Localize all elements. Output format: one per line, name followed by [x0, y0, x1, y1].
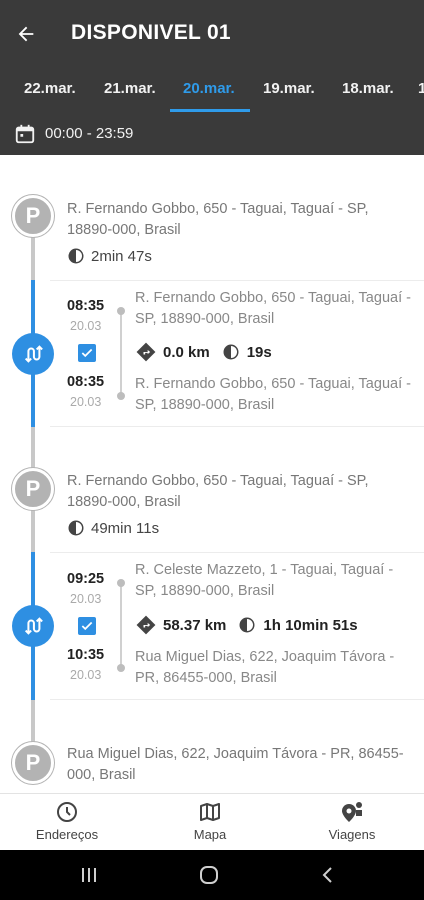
- trip-distance: 0.0 km: [136, 342, 210, 362]
- time-range-label: 00:00 - 23:59: [45, 125, 134, 142]
- parking-marker: P: [12, 195, 54, 237]
- chevron-left-icon: [322, 867, 332, 883]
- title-bar: DISPONIVEL 01: [0, 0, 424, 68]
- recent-apps-button[interactable]: [76, 863, 102, 887]
- bottom-navigation: Endereços Mapa Viagens: [0, 793, 424, 850]
- trip-start-dot: [117, 579, 125, 587]
- tab-18-mar[interactable]: 18.mar.: [342, 80, 394, 97]
- trip-end-dot: [117, 664, 125, 672]
- stop-address: R. Fernando Gobbo, 650 - Taguai, Taguaí …: [67, 473, 369, 510]
- check-icon: [81, 348, 93, 358]
- nav-label: Mapa: [193, 827, 227, 842]
- trip-end-date: 20.03: [70, 395, 102, 409]
- tab-22-mar[interactable]: 22.mar.: [24, 80, 76, 97]
- back-button[interactable]: [12, 20, 40, 48]
- stop-address: Rua Miguel Dias, 622, Joaquim Távora - P…: [67, 746, 404, 783]
- nav-item-enderecos[interactable]: Endereços: [7, 800, 127, 842]
- trip-start-date: 20.03: [70, 592, 102, 606]
- half-clock-icon: [223, 344, 239, 360]
- tab-21-mar[interactable]: 21.mar.: [104, 80, 156, 97]
- active-tab-indicator: [170, 109, 250, 112]
- trip-stats: 0.0 km 19s: [136, 342, 284, 362]
- trip-checkbox[interactable]: [78, 617, 96, 635]
- trip-start-time: 08:35: [67, 298, 105, 314]
- map-icon: [200, 803, 220, 821]
- trip-duration: 19s: [222, 343, 272, 361]
- trip-start-time: 09:25: [67, 571, 105, 587]
- check-icon: [81, 621, 93, 631]
- half-clock-icon: [68, 248, 84, 264]
- arrow-left-icon: [18, 26, 34, 42]
- calendar-icon: [14, 123, 36, 150]
- nav-item-viagens[interactable]: Viagens: [292, 800, 412, 842]
- directions-icon: [136, 342, 156, 362]
- time-range-row[interactable]: 00:00 - 23:59: [0, 118, 424, 150]
- clock-icon: [57, 802, 77, 822]
- trip-duration: 1h 10min 51s: [238, 616, 358, 634]
- parking-marker: P: [12, 742, 54, 784]
- home-button[interactable]: [196, 863, 222, 887]
- trip-end-time: 10:35: [67, 647, 105, 663]
- trip-end-dot: [117, 392, 125, 400]
- trip-start-address: R. Fernando Gobbo, 650 - Taguai, Taguaí …: [135, 290, 411, 327]
- parking-marker: P: [12, 468, 54, 510]
- nav-item-mapa[interactable]: Mapa: [150, 800, 270, 842]
- trip-checkbox[interactable]: [78, 344, 96, 362]
- trip-end-time: 08:35: [67, 374, 105, 390]
- trip-start-date: 20.03: [70, 319, 102, 333]
- stop-address: R. Fernando Gobbo, 650 - Taguai, Taguaí …: [67, 201, 369, 238]
- stop-duration: 49min 11s: [67, 519, 159, 537]
- stop-duration-value: 49min 11s: [91, 519, 160, 537]
- nav-label: Viagens: [328, 827, 376, 842]
- trip-marker: [12, 333, 54, 375]
- trip-end-date: 20.03: [70, 668, 102, 682]
- system-navigation-bar: [0, 850, 424, 900]
- route-icon: [24, 345, 43, 363]
- home-icon: [200, 866, 218, 884]
- trip-start-dot: [117, 307, 125, 315]
- tab-20-mar[interactable]: 20.mar.: [183, 80, 235, 97]
- system-back-button[interactable]: [315, 863, 341, 887]
- stop-duration: 2min 47s: [67, 247, 152, 265]
- nav-label: Endereços: [35, 827, 99, 842]
- date-tabs: 22.mar. 21.mar. 20.mar. 19.mar. 18.mar. …: [0, 68, 424, 114]
- recent-apps-icon: [82, 868, 96, 882]
- route-icon: [24, 617, 43, 635]
- half-clock-icon: [68, 520, 84, 536]
- stop-duration-value: 2min 47s: [91, 247, 152, 265]
- directions-icon: [136, 615, 156, 635]
- trip-end-address: R. Fernando Gobbo, 650 - Taguai, Taguaí …: [135, 376, 411, 413]
- tab-overflow[interactable]: 1: [418, 80, 424, 97]
- trip-stats: 58.37 km 1h 10min 51s: [136, 615, 370, 635]
- app-bar: DISPONIVEL 01 22.mar. 21.mar. 20.mar. 19…: [0, 0, 424, 155]
- tab-19-mar[interactable]: 19.mar.: [263, 80, 315, 97]
- trip-distance: 58.37 km: [136, 615, 226, 635]
- half-clock-icon: [239, 617, 255, 633]
- trips-icon: [342, 802, 362, 822]
- trip-end-address: Rua Miguel Dias, 622, Joaquim Távora - P…: [135, 649, 395, 686]
- timeline: P R. Fernando Gobbo, 650 - Taguai, Tagua…: [0, 155, 424, 795]
- trip-route-line: [120, 313, 122, 397]
- trip-start-address: R. Celeste Mazzeto, 1 - Taguai, Taguaí -…: [135, 562, 394, 599]
- trip-route-line: [120, 585, 122, 669]
- trip-marker: [12, 605, 54, 647]
- page-title: DISPONIVEL 01: [71, 21, 231, 44]
